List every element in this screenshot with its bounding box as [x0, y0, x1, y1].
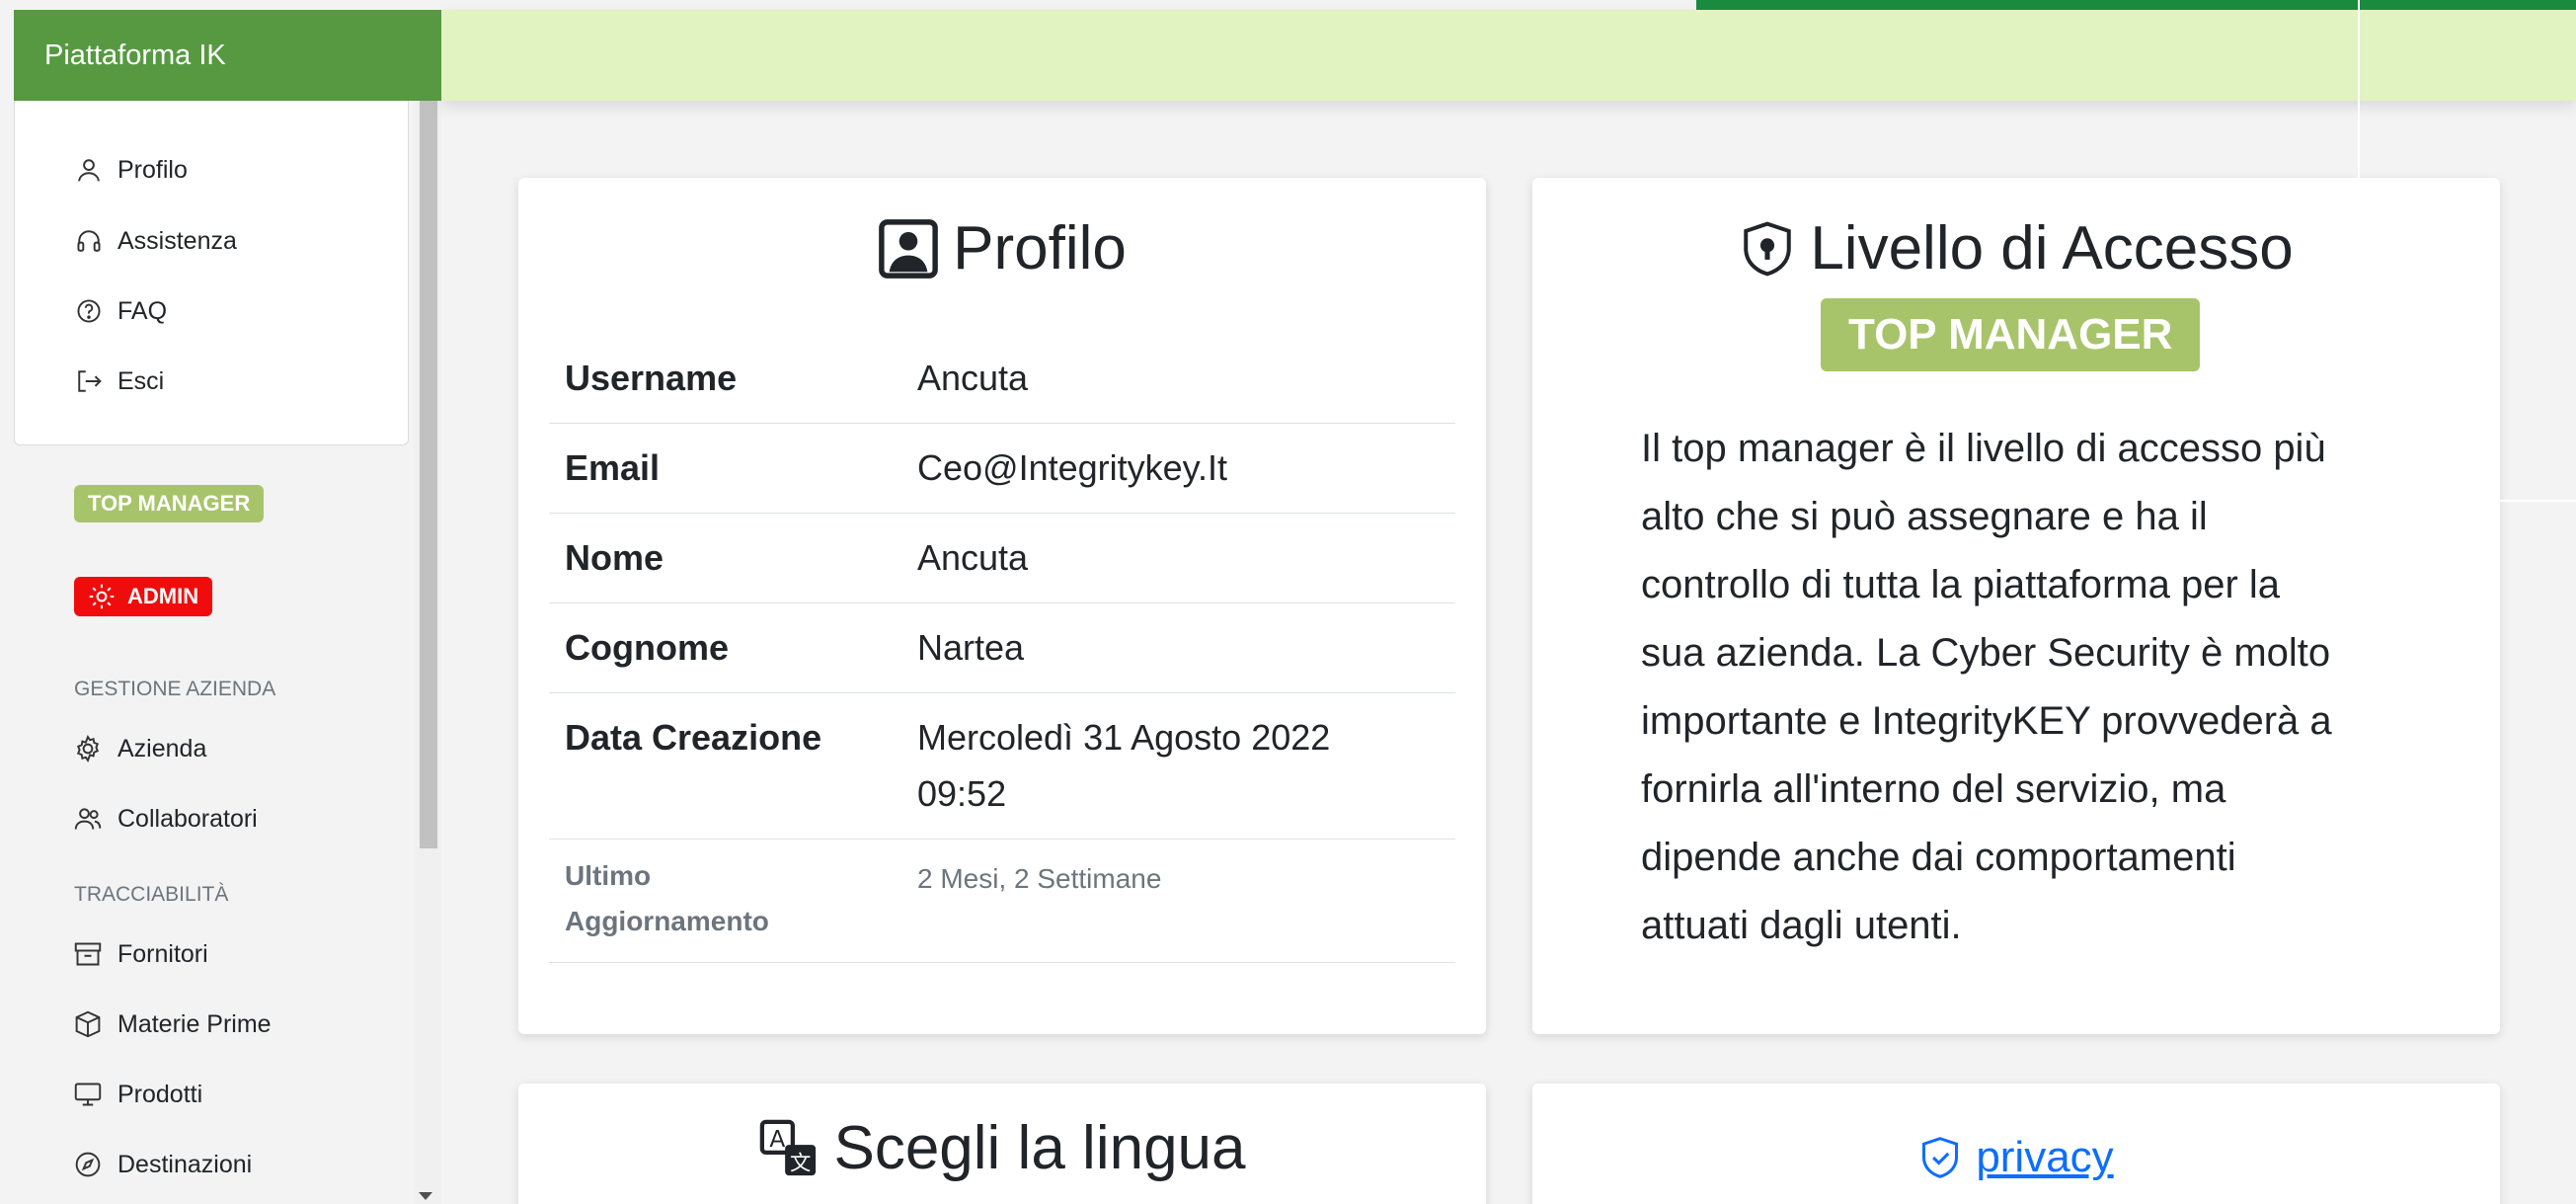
table-row: Username Ancuta: [549, 334, 1455, 424]
admin-label: ADMIN: [127, 584, 199, 608]
row-key: Data Creazione: [565, 717, 822, 758]
table-row: Nome Ancuta: [549, 514, 1455, 603]
table-row: Ultimo Aggiornamento 2 Mesi, 2 Settimane: [549, 840, 1455, 963]
menu-item-label: FAQ: [117, 296, 168, 325]
menu-item-label: Assistenza: [117, 226, 237, 255]
sidebar-item-collaboratori[interactable]: Collaboratori: [74, 799, 258, 839]
access-level-badge: TOP MANAGER: [1821, 298, 2201, 371]
row-value: Mercoledì 31 Agosto 2022: [917, 717, 1331, 758]
shield-lock-icon: [1744, 221, 1792, 276]
sidebar: Profilo Assistenza FAQ Esci TOP MANAGER …: [14, 101, 441, 1204]
sidebar-item-prodotti[interactable]: Prodotti: [74, 1075, 202, 1114]
menu-item-esci[interactable]: Esci: [76, 361, 164, 401]
profile-card: Profilo Username Ancuta Email Ceo@Integr…: [518, 178, 1486, 1034]
description-line: Il top manager è il livello di accesso p…: [1641, 427, 2326, 470]
sidebar-item-label: Fornitori: [117, 939, 208, 968]
profile-table: Username Ancuta Email Ceo@Integritykey.I…: [549, 334, 1455, 963]
access-card-title: Livello di Accesso: [1532, 213, 2500, 283]
sidebar-item-azienda[interactable]: Azienda: [74, 729, 206, 768]
menu-item-faq[interactable]: FAQ: [76, 291, 167, 331]
menu-item-profilo[interactable]: Profilo: [76, 150, 188, 190]
description-line: attuati dagli utenti.: [1641, 904, 1962, 947]
sidebar-scrollbar[interactable]: [414, 101, 441, 1204]
description-line: fornirla all'interno del servizio, ma: [1641, 767, 2226, 811]
table-row: Cognome Nartea: [549, 603, 1455, 693]
row-key: Username: [565, 358, 738, 398]
row-key: Nome: [565, 537, 664, 578]
row-value: Nartea: [917, 627, 1025, 668]
sidebar-item-label: Collaboratori: [117, 804, 258, 833]
profile-card-title: Profilo: [518, 213, 1486, 283]
row-value: 2 Mesi, 2 Settimane: [917, 863, 1162, 894]
svg-text:A: A: [770, 1126, 786, 1153]
gear-icon: [89, 584, 115, 609]
access-title-text: Livello di Accesso: [1810, 214, 2294, 282]
description-line: dipende anche dai comportamenti: [1641, 836, 2236, 879]
row-key: Email: [565, 447, 661, 488]
table-row: Email Ceo@Integritykey.It: [549, 424, 1455, 514]
description-line: controllo di tutta la piattaforma per la: [1641, 563, 2281, 606]
shield-check-icon: [1922, 1137, 1959, 1178]
menu-item-assistenza[interactable]: Assistenza: [76, 221, 237, 261]
box-icon: [75, 1010, 101, 1038]
top-navbar: [441, 10, 2576, 101]
privacy-card: privacy: [1532, 1084, 2500, 1204]
compass-icon: [75, 1152, 101, 1177]
row-value: Ceo@Integritykey.It: [917, 447, 1227, 488]
sidebar-item-fornitori[interactable]: Fornitori: [74, 934, 208, 974]
headset-icon: [77, 230, 101, 252]
row-value: Ancuta: [917, 358, 1029, 398]
person-badge-icon: [879, 218, 938, 279]
row-value: 09:52: [917, 773, 1007, 814]
monitor-icon: [74, 1083, 102, 1106]
sidebar-item-destinazioni[interactable]: Destinazioni: [74, 1145, 252, 1184]
admin-button[interactable]: ADMIN: [74, 577, 213, 616]
privacy-link-label[interactable]: privacy: [1976, 1133, 2113, 1182]
description-line: importante e IntegrityKEY provvederà a: [1641, 699, 2332, 743]
language-card-title: A文 Scegli la lingua: [518, 1113, 1486, 1183]
row-key: Aggiornamento: [565, 906, 769, 936]
user-dropdown-menu: Profilo Assistenza FAQ Esci: [14, 101, 409, 445]
scrollbar-thumb[interactable]: [420, 101, 437, 848]
question-circle-icon: [77, 299, 101, 323]
language-title-text: Scegli la lingua: [833, 1114, 1246, 1182]
section-tracciabilita: TRACCIABILITÀ: [74, 883, 229, 906]
row-key: Ultimo: [565, 860, 652, 891]
section-gestione-azienda: GESTIONE AZIENDA: [74, 678, 276, 700]
sidebar-item-label: Destinazioni: [117, 1150, 253, 1178]
archive-icon: [74, 942, 102, 966]
access-level-card: Livello di Accesso TOP MANAGER Il top ma…: [1532, 178, 2500, 1034]
svg-text:文: 文: [790, 1151, 811, 1175]
menu-item-label: Profilo: [117, 155, 188, 184]
privacy-link[interactable]: privacy: [1532, 1133, 2500, 1182]
people-icon: [74, 808, 102, 830]
description-line: sua azienda. La Cyber Security è molto: [1641, 631, 2331, 675]
sidebar-item-label: Azienda: [117, 734, 207, 763]
gear-icon: [76, 735, 100, 763]
translate-icon: A文: [760, 1119, 817, 1175]
row-key: Cognome: [565, 627, 729, 668]
logout-icon: [78, 370, 102, 392]
overlay-panel-outline: [2358, 0, 2576, 502]
row-value: Ancuta: [917, 537, 1029, 578]
profile-title-text: Profilo: [953, 214, 1127, 282]
sidebar-item-materie-prime[interactable]: Materie Prime: [74, 1004, 272, 1044]
sidebar-item-label: Prodotti: [117, 1080, 203, 1108]
brand-title[interactable]: Piattaforma IK: [14, 10, 441, 101]
sidebar-item-label: Materie Prime: [117, 1009, 272, 1038]
table-row: Data Creazione Mercoledì 31 Agosto 2022 …: [549, 693, 1455, 840]
access-level-badge: TOP MANAGER: [74, 485, 265, 522]
language-card: A文 Scegli la lingua: [518, 1084, 1486, 1204]
person-icon: [78, 159, 100, 182]
description-line: alto che si può assegnare e ha il: [1641, 495, 2208, 538]
scroll-down-arrow[interactable]: [419, 1192, 432, 1200]
menu-item-label: Esci: [117, 366, 165, 395]
access-description: Il top manager è il livello di accesso p…: [1641, 415, 2451, 960]
